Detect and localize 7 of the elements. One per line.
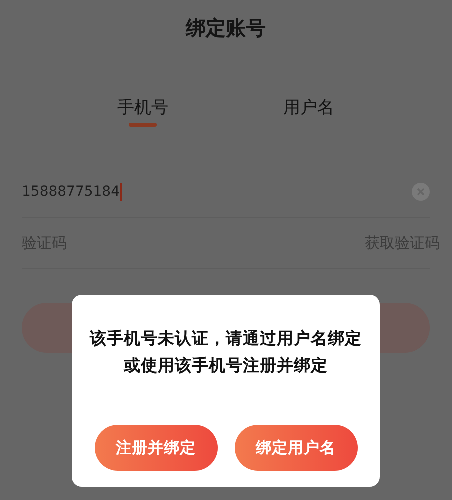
phone-field[interactable]: 15888775184 [22, 183, 412, 201]
dialog-message: 该手机号未认证，请通过用户名绑定或使用该手机号注册并绑定 [88, 328, 363, 377]
dialog-button[interactable]: 绑定用户名 [234, 425, 358, 471]
page-title: 绑定账号 [186, 15, 266, 42]
tab[interactable]: 用户名 [284, 96, 334, 131]
dialog-button[interactable]: 注册并绑定 [94, 425, 218, 471]
tab[interactable]: 手机号 [118, 96, 168, 131]
